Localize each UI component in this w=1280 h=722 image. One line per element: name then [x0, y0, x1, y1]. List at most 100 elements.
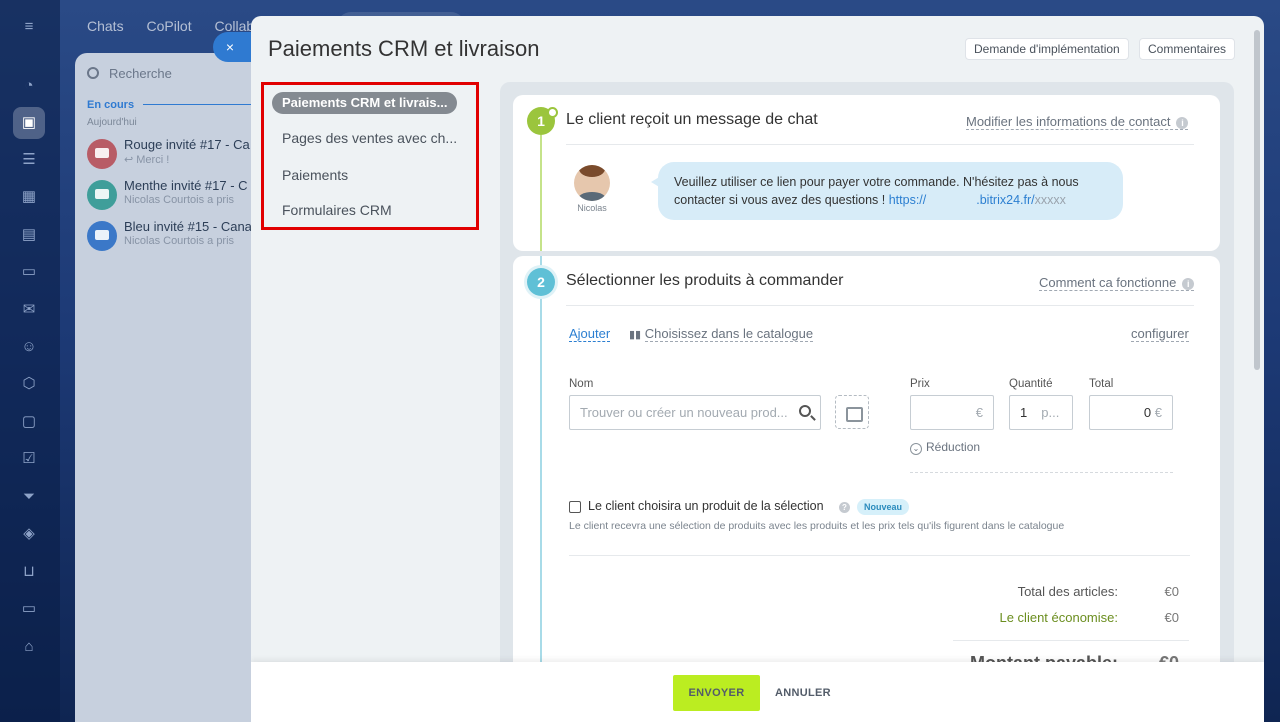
payments-icon[interactable]: ▭ [18, 598, 40, 620]
contacts-icon[interactable]: ☺ [18, 336, 40, 358]
avatar [574, 165, 610, 201]
step-select-products-card: 2 Sélectionner les produits à commander … [513, 256, 1220, 722]
close-slider-button[interactable]: × [213, 32, 251, 62]
chat-preview: Nicolas Courtois a pris [124, 235, 235, 247]
divider [569, 555, 1190, 556]
chat-list-item[interactable]: Bleu invité #15 - Cana Nicolas Courtois … [87, 219, 275, 259]
price-label: Prix [910, 378, 930, 390]
presentation-icon[interactable]: ▢ [18, 411, 40, 433]
add-product-link[interactable]: Ajouter [569, 326, 611, 342]
chevron-down-icon: ⌄ [910, 443, 922, 455]
chat-avatar [87, 221, 117, 251]
how-it-works-link[interactable]: Comment ca fonctionne i [1039, 275, 1195, 291]
chat-list-item[interactable]: Rouge invité #17 - Ca ↩ Merci ! [87, 137, 275, 177]
product-actions: Ajouter [569, 326, 611, 342]
chat-preview: Nicolas Courtois a pris [124, 194, 235, 206]
nav-chats[interactable]: Chats [87, 18, 124, 34]
left-sidebar: ≡ ◔ ▣ ☰ ▦ ▤ ▭ ✉ ☺ ⬡ ▢ ☑ ⏷ ◈ ⊔ ▭ ⌂ [0, 0, 60, 722]
search-icon [87, 67, 99, 79]
divider [566, 305, 1194, 306]
check-icon [547, 107, 558, 118]
filter-icon[interactable]: ⏷ [18, 486, 40, 508]
cart-icon[interactable]: ⊔ [18, 561, 40, 583]
divider [910, 472, 1173, 473]
divider [566, 144, 1194, 145]
items-total-value: €0 [1164, 584, 1179, 599]
box-icon[interactable]: ◈ [18, 523, 40, 545]
image-upload-icon[interactable] [835, 395, 869, 429]
selection-checkbox[interactable] [569, 501, 581, 513]
step-chat-message-card: 1 Le client reçoit un message de chat Mo… [513, 95, 1220, 251]
chat-avatar [87, 139, 117, 169]
search-icon [799, 405, 811, 417]
chat-list-panel: Recherche En cours Aujourd'hui Rouge inv… [75, 53, 275, 722]
menu-item-crm-forms[interactable]: Formulaires CRM [272, 199, 402, 221]
mail-icon[interactable]: ✉ [18, 299, 40, 321]
info-icon: i [1176, 117, 1189, 129]
step-timeline [540, 135, 542, 251]
chat-name: Bleu invité #15 - Cana [124, 219, 252, 234]
chat-name: Menthe invité #17 - C [124, 178, 248, 193]
crm-payments-slider: Paiements CRM et livraison Demande d'imp… [251, 16, 1264, 722]
scrollbar[interactable] [1254, 30, 1260, 370]
calendar-icon[interactable]: ▦ [18, 186, 40, 208]
menu-item-crm-payments[interactable]: Paiements CRM et livrais... [272, 92, 458, 114]
checklist-icon[interactable]: ☑ [18, 448, 40, 470]
chat-day-label: Aujourd'hui [87, 117, 137, 128]
avatar-name: Nicolas [577, 203, 607, 213]
menu-icon[interactable]: ≡ [18, 16, 40, 38]
product-search-input[interactable]: Trouver ou créer un nouveau prod... [569, 395, 821, 430]
savings-label: Le client économise: [999, 610, 1118, 625]
page-title: Paiements CRM et livraison [268, 36, 540, 61]
implementation-request-button[interactable]: Demande d'implémentation [965, 38, 1129, 60]
quantity-input[interactable]: 1 p... [1009, 395, 1073, 430]
activity-icon[interactable]: ◔ [18, 75, 40, 97]
new-badge: Nouveau [857, 499, 910, 515]
tasks-icon[interactable]: ☰ [18, 149, 40, 171]
chat-section-title: En cours [87, 99, 135, 111]
book-icon: ▮▮ [629, 329, 642, 341]
chat-preview: ↩ Merci ! [124, 154, 170, 166]
documents-icon[interactable]: ▤ [18, 224, 40, 246]
drive-icon[interactable]: ▭ [18, 261, 40, 283]
crm-icon[interactable]: ⬡ [18, 373, 40, 395]
store-icon[interactable]: ⌂ [18, 636, 40, 658]
help-icon[interactable]: ? [839, 502, 850, 513]
content-area: 1 Le client reçoit un message de chat Mo… [500, 82, 1234, 722]
chat-list-item[interactable]: Menthe invité #17 - C Nicolas Courtois a… [87, 178, 275, 218]
close-icon: × [225, 39, 235, 55]
step-2-title: Sélectionner les produits à commander [566, 272, 844, 289]
chat-name: Rouge invité #17 - Ca [124, 137, 250, 152]
footer-bar: ENVOYER ANNULER [251, 662, 1264, 722]
configure-link[interactable]: configurer [1131, 326, 1189, 342]
side-menu: Paiements CRM et livrais... Pages des ve… [261, 82, 479, 230]
discount-toggle[interactable]: ⌄ Réduction [910, 440, 980, 455]
name-label: Nom [569, 378, 594, 390]
comments-button[interactable]: Commentaires [1139, 38, 1236, 60]
step-1-title: Le client reçoit un message de chat [566, 111, 818, 128]
chat-search[interactable]: Recherche [87, 66, 172, 81]
chats-icon[interactable]: ▣ [13, 107, 45, 139]
nav-copilot[interactable]: CoPilot [146, 18, 191, 34]
quantity-label: Quantité [1009, 378, 1053, 390]
step-timeline [540, 256, 542, 722]
savings-value: €0 [1164, 610, 1179, 625]
edit-contact-info-link[interactable]: Modifier les informations de contact i [966, 114, 1189, 130]
total-field: 0 € [1089, 395, 1173, 430]
total-label: Total [1089, 378, 1114, 390]
menu-item-sales-pages[interactable]: Pages des ventes avec ch... [272, 127, 467, 149]
divider [953, 640, 1189, 641]
payment-link[interactable]: https://.bitrix24.fr/xxxxx [889, 193, 1066, 207]
selection-note: Le client recevra une sélection de produ… [569, 520, 1065, 532]
step-2-badge: 2 [527, 268, 555, 296]
send-button[interactable]: ENVOYER [673, 675, 760, 711]
chat-message-bubble: Veuillez utiliser ce lien pour payer vot… [651, 162, 1123, 220]
items-total-label: Total des articles: [1017, 584, 1118, 599]
cancel-button[interactable]: ANNULER [771, 675, 835, 711]
price-input[interactable]: € [910, 395, 994, 430]
menu-item-payments[interactable]: Paiements [272, 164, 358, 186]
chat-avatar [87, 180, 117, 210]
catalog-action[interactable]: ▮▮ Choisissez dans le catalogue [629, 326, 814, 342]
info-icon: i [1182, 278, 1195, 290]
selection-checkbox-label: Le client choisira un produit de la séle… [588, 499, 824, 513]
